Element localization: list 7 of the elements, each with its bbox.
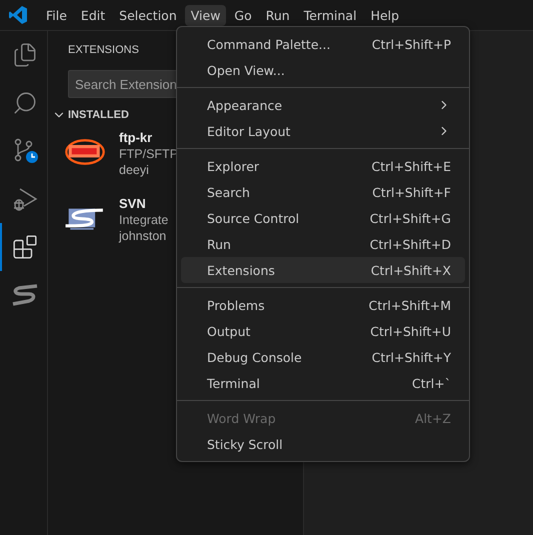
- extension-publisher: deeyi: [119, 163, 150, 177]
- extension-description: Integrate: [119, 213, 168, 227]
- extension-name: SVN: [119, 196, 147, 211]
- extension-name: ftp-kr: [119, 130, 154, 145]
- extension-publisher: johnston: [119, 229, 168, 243]
- sidebar-title: EXTENSIONS: [68, 44, 139, 56]
- extension-description: FTP/SFTP: [119, 147, 178, 161]
